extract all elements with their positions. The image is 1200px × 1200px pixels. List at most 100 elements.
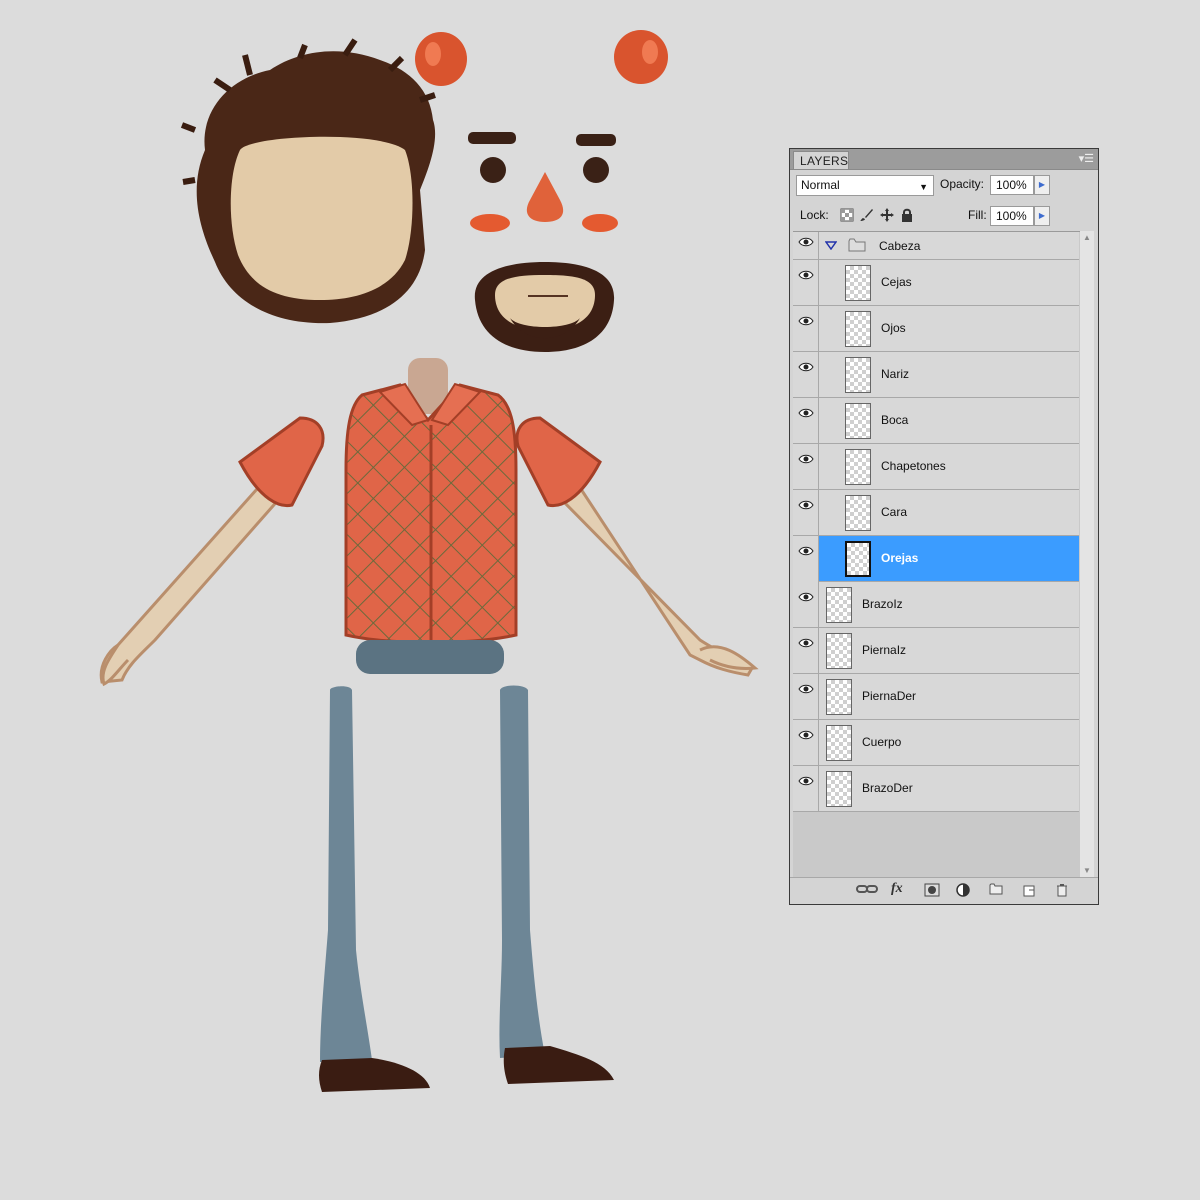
layer-thumbnail <box>845 357 871 393</box>
eye-icon <box>798 592 814 602</box>
fx-icon[interactable]: fx <box>891 881 903 897</box>
layer-thumbnail <box>826 725 852 761</box>
chevron-down-icon: ▼ <box>919 182 928 192</box>
layer-thumbnail <box>826 633 852 669</box>
opacity-label: Opacity: <box>940 177 985 191</box>
visibility-toggle[interactable] <box>793 536 819 582</box>
visibility-toggle[interactable] <box>793 674 819 720</box>
fill-field[interactable]: 100% <box>990 206 1034 226</box>
visibility-toggle[interactable] <box>793 490 819 536</box>
folder-icon[interactable] <box>989 883 1003 895</box>
layer-name: Cara <box>881 505 908 519</box>
folder-icon <box>848 238 866 252</box>
layers-scrollbar[interactable]: ▲ ▼ <box>1080 231 1094 877</box>
eye-icon <box>798 776 814 786</box>
eye-icon <box>798 408 814 418</box>
layer-name: Boca <box>881 413 909 427</box>
legs <box>319 685 614 1092</box>
layer-name: Chapetones <box>881 459 946 473</box>
layer-thumbnail <box>845 403 871 439</box>
layer-name: Nariz <box>881 367 910 381</box>
layer-thumbnail <box>826 679 852 715</box>
scroll-up-icon[interactable]: ▲ <box>1083 233 1091 242</box>
lock-label: Lock: <box>800 208 829 222</box>
layers-panel: LAYERS ▾☰ Normal ▼ Opacity: 100% ▶ Lock:… <box>789 148 1099 905</box>
expand-triangle-icon[interactable] <box>825 241 837 250</box>
lock-all-icon[interactable] <box>900 208 914 222</box>
layer-name: Ojos <box>881 321 906 335</box>
layer-row-orejas[interactable]: Orejas <box>793 536 1079 582</box>
layer-thumbnail <box>845 265 871 301</box>
layer-row-cuerpo[interactable]: Cuerpo <box>793 720 1079 766</box>
layer-thumbnail <box>826 587 852 623</box>
adjustment-icon[interactable] <box>956 883 972 897</box>
layer-row-brazoiz[interactable]: BrazoIz <box>793 582 1079 628</box>
layer-thumbnail <box>845 449 871 485</box>
layer-name: PiernaIz <box>862 643 907 657</box>
layer-row-nariz[interactable]: Nariz <box>793 352 1079 398</box>
eye-icon <box>798 237 814 247</box>
hair-head <box>180 38 436 324</box>
eye-icon <box>798 684 814 694</box>
eye-icon <box>798 638 814 648</box>
eye-icon <box>798 362 814 372</box>
eye-icon <box>798 316 814 326</box>
panel-menu-icon[interactable]: ▾☰ <box>1079 152 1094 165</box>
eye-icon <box>798 730 814 740</box>
opacity-slider-button[interactable]: ▶ <box>1034 175 1050 195</box>
eye-icon <box>798 270 814 280</box>
visibility-toggle[interactable] <box>793 766 819 812</box>
visibility-toggle[interactable] <box>793 444 819 490</box>
layer-thumbnail <box>845 495 871 531</box>
eye-icon <box>798 454 814 464</box>
layer-row-piernaiz[interactable]: PiernaIz <box>793 628 1079 674</box>
visibility-toggle[interactable] <box>793 260 819 306</box>
layer-row-cara[interactable]: Cara <box>793 490 1079 536</box>
layer-name: Cuerpo <box>862 735 902 749</box>
layer-name: BrazoDer <box>862 781 913 795</box>
panel-titlebar: LAYERS ▾☰ <box>790 149 1098 170</box>
layer-thumbnail <box>826 771 852 807</box>
blend-mode-value: Normal <box>801 178 840 192</box>
layer-name: PiernaDer <box>862 689 917 703</box>
layer-name: BrazoIz <box>862 597 903 611</box>
lock-pixels-brush-icon[interactable] <box>860 208 874 222</box>
layer-row-cejas[interactable]: Cejas <box>793 260 1079 306</box>
visibility-toggle[interactable] <box>793 352 819 398</box>
mask-icon[interactable] <box>924 883 940 897</box>
trash-icon[interactable] <box>1056 883 1068 897</box>
layer-row-boca[interactable]: Boca <box>793 398 1079 444</box>
beard-mouth <box>474 262 615 352</box>
layer-row-ojos[interactable]: Ojos <box>793 306 1079 352</box>
layers-list: Cabeza Cejas Ojos Nariz Boca Chapetones <box>793 231 1093 878</box>
tab-layers[interactable]: LAYERS <box>793 151 849 169</box>
lock-position-move-icon[interactable] <box>880 208 894 222</box>
lock-row: Lock: Fill: 100% ▶ <box>796 205 1092 227</box>
ears <box>415 30 668 86</box>
lock-transparent-icon[interactable] <box>840 208 854 222</box>
fill-label: Fill: <box>968 208 987 222</box>
layer-row-chapetones[interactable]: Chapetones <box>793 444 1079 490</box>
eye-icon <box>798 546 814 556</box>
layer-name: Orejas <box>881 551 919 565</box>
layer-row-piernader[interactable]: PiernaDer <box>793 674 1079 720</box>
layer-row-brazoder[interactable]: BrazoDer <box>793 766 1079 812</box>
layer-thumbnail <box>845 311 871 347</box>
visibility-toggle[interactable] <box>793 232 819 260</box>
layers-bottom-toolbar: fx <box>790 877 1098 904</box>
layer-name: Cejas <box>881 275 912 289</box>
layer-group-cabeza[interactable]: Cabeza <box>793 232 1079 260</box>
blend-mode-select[interactable]: Normal ▼ <box>796 175 934 196</box>
visibility-toggle[interactable] <box>793 628 819 674</box>
visibility-toggle[interactable] <box>793 582 819 628</box>
opacity-field[interactable]: 100% <box>990 175 1034 195</box>
visibility-toggle[interactable] <box>793 306 819 352</box>
visibility-toggle[interactable] <box>793 398 819 444</box>
link-icon[interactable] <box>856 883 878 895</box>
visibility-toggle[interactable] <box>793 720 819 766</box>
new-layer-icon[interactable] <box>1022 883 1036 897</box>
fill-slider-button[interactable]: ▶ <box>1034 206 1050 226</box>
shirt <box>344 382 518 674</box>
scroll-down-icon[interactable]: ▼ <box>1083 866 1091 875</box>
face-parts <box>468 132 618 232</box>
